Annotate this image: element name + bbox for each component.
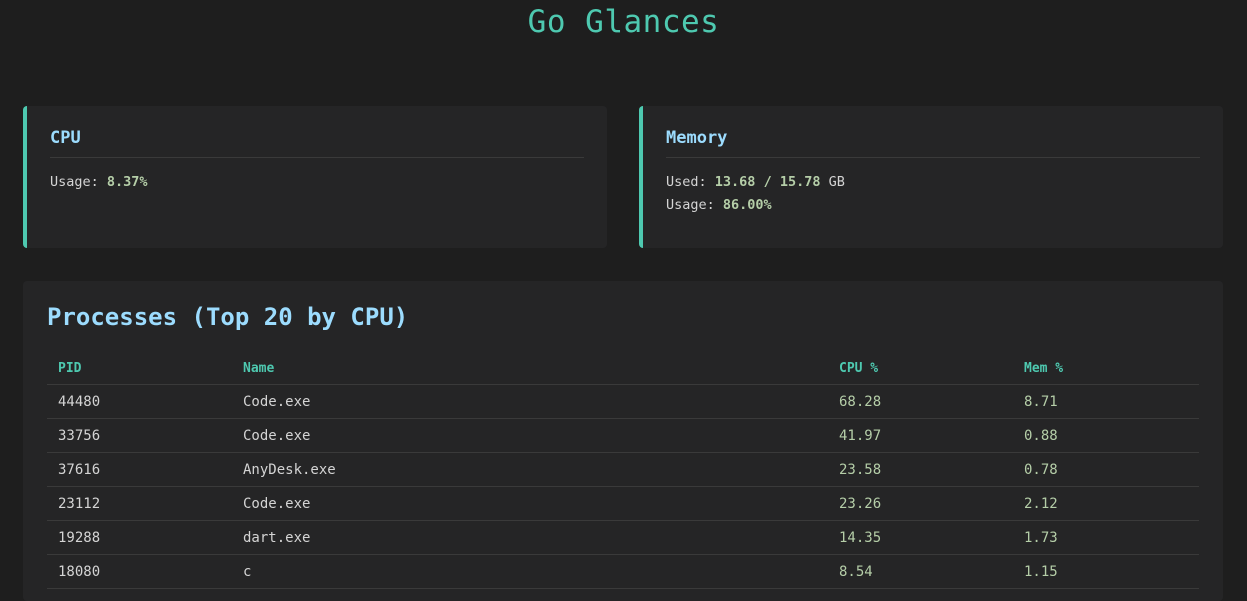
table-row[interactable]: 23112 Code.exe 23.26 2.12 [47, 486, 1199, 521]
table-row[interactable]: 37616 AnyDesk.exe 23.58 0.78 [47, 452, 1199, 487]
process-name: dart.exe [232, 520, 828, 555]
memory-used-label: Used: [666, 174, 707, 190]
process-cpu: 23.58 [828, 452, 1013, 487]
process-cpu: 14.35 [828, 520, 1013, 555]
table-header-row: PID Name CPU % Mem % [47, 353, 1199, 385]
table-row[interactable]: 19288 dart.exe 14.35 1.73 [47, 520, 1199, 555]
process-name: Code.exe [232, 486, 828, 521]
memory-total-value: 15.78 [779, 174, 821, 190]
memory-separator: / [763, 174, 772, 190]
process-mem: 0.88 [1013, 418, 1199, 453]
page-title: Go Glances [527, 4, 720, 40]
process-mem: 1.73 [1013, 520, 1199, 555]
process-name: Code.exe [232, 384, 828, 419]
memory-usage-value: 86.00% [722, 197, 772, 213]
processes-title: Processes (Top 20 by CPU) [47, 303, 409, 331]
process-cpu: 8.54 [828, 554, 1013, 589]
process-pid: 33756 [47, 418, 232, 453]
memory-usage-line: Usage: 86.00% [666, 194, 1200, 217]
memory-card: Memory Used: 13.68 / 15.78 GB Usage: 86.… [639, 106, 1223, 248]
process-table: PID Name CPU % Mem % 44480 Code.exe 68.2… [47, 353, 1199, 589]
process-cpu: 68.28 [828, 384, 1013, 419]
cpu-card: CPU Usage: 8.37% [23, 106, 607, 248]
table-row[interactable]: 18080 c 8.54 1.15 [47, 554, 1199, 589]
column-header-cpu[interactable]: CPU % [828, 353, 1013, 385]
process-pid: 37616 [47, 452, 232, 487]
process-cpu: 23.26 [828, 486, 1013, 521]
process-name: c [232, 554, 828, 589]
column-header-pid[interactable]: PID [47, 353, 232, 385]
process-mem: 8.71 [1013, 384, 1199, 419]
table-row[interactable]: 33756 Code.exe 41.97 0.88 [47, 418, 1199, 453]
cpu-usage-label: Usage: [50, 174, 99, 190]
process-mem: 0.78 [1013, 452, 1199, 487]
memory-unit: GB [828, 174, 845, 190]
memory-used-line: Used: 13.68 / 15.78 GB [666, 171, 1200, 194]
process-pid: 19288 [47, 520, 232, 555]
process-pid: 18080 [47, 554, 232, 589]
process-cpu: 41.97 [828, 418, 1013, 453]
process-mem: 2.12 [1013, 486, 1199, 521]
memory-card-title: Memory [666, 128, 1200, 158]
process-name: Code.exe [232, 418, 828, 453]
memory-used-value: 13.68 [714, 174, 756, 190]
table-row[interactable]: 44480 Code.exe 68.28 8.71 [47, 384, 1199, 419]
cpu-usage-value: 8.37% [106, 174, 148, 190]
process-pid: 44480 [47, 384, 232, 419]
process-pid: 23112 [47, 486, 232, 521]
cpu-usage-line: Usage: 8.37% [50, 171, 584, 194]
process-mem: 1.15 [1013, 554, 1199, 589]
memory-usage-label: Usage: [666, 197, 715, 213]
column-header-name[interactable]: Name [232, 353, 828, 385]
processes-card: Processes (Top 20 by CPU) PID Name CPU %… [23, 281, 1223, 601]
cpu-card-title: CPU [50, 128, 584, 158]
process-name: AnyDesk.exe [232, 452, 828, 487]
column-header-mem[interactable]: Mem % [1013, 353, 1199, 385]
